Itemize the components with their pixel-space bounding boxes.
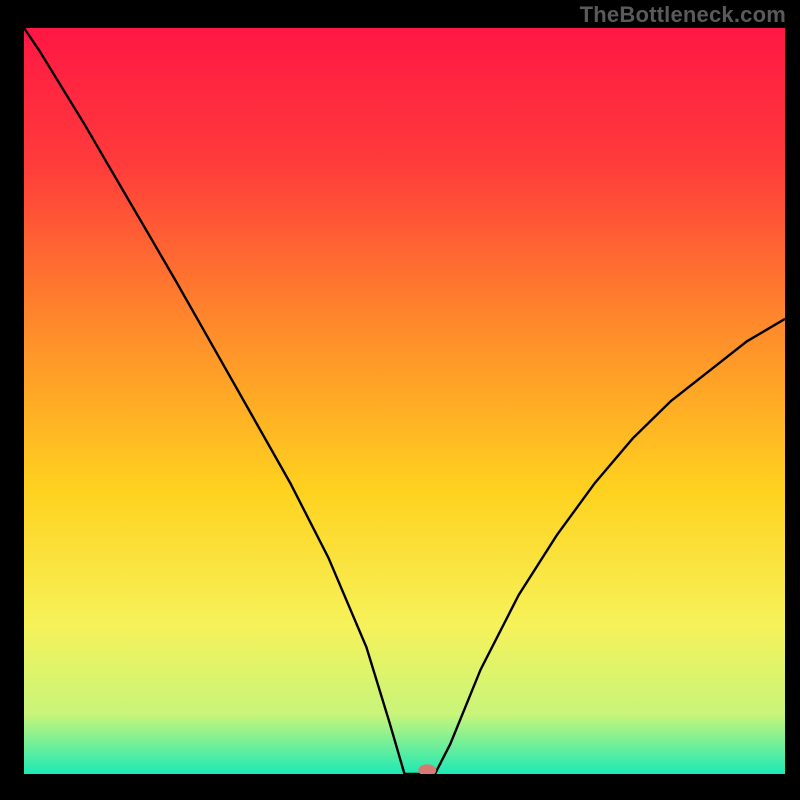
frame-bottom (0, 774, 800, 800)
bottleneck-chart (0, 0, 800, 800)
frame-right (785, 0, 800, 800)
chart-container: TheBottleneck.com (0, 0, 800, 800)
frame-left (0, 0, 24, 800)
